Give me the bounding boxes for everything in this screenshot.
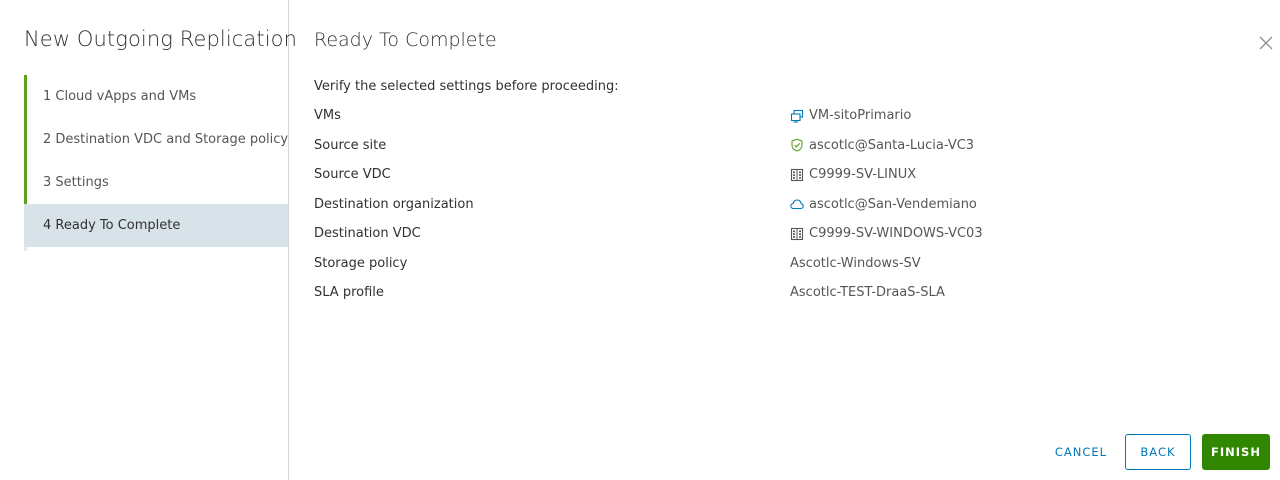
summary-label: VMs <box>314 108 341 124</box>
vm-icon <box>790 109 804 123</box>
close-icon <box>1259 36 1273 50</box>
summary-value: Ascotlc-TEST-DraaS-SLA <box>790 285 945 300</box>
wizard-steps: 1 Cloud vApps and VMs 2 Destination VDC … <box>24 75 288 247</box>
summary-value: ascotlc@San-Vendemiano <box>790 197 977 212</box>
cancel-button[interactable]: CANCEL <box>1045 434 1117 470</box>
step-rail-divider <box>24 247 27 251</box>
step-label: 1 Cloud vApps and VMs <box>43 89 197 104</box>
summary-label: Source site <box>314 137 387 153</box>
summary-label: Storage policy <box>314 255 408 271</box>
summary-row-sla-profile: SLA profile Ascotlc-TEST-DraaS-SLA <box>314 278 1264 308</box>
step-label: 3 Settings <box>43 175 109 190</box>
step-cloud-vapps-and-vms[interactable]: 1 Cloud vApps and VMs <box>24 75 288 118</box>
summary-value-text: Ascotlc-TEST-DraaS-SLA <box>790 285 945 301</box>
summary-row-storage-policy: Storage policy Ascotlc-Windows-SV <box>314 249 1264 279</box>
building-icon <box>790 227 804 241</box>
summary-row-destination-organization: Destination organization ascotlc@San-Ven… <box>314 190 1264 220</box>
wizard-sidebar: New Outgoing Replication 1 Cloud vApps a… <box>0 0 297 480</box>
page-title: Ready To Complete <box>314 29 497 51</box>
summary-row-vms: VMs VM-sitoPrimario <box>314 101 1264 131</box>
summary-value-text: C9999-SV-LINUX <box>809 167 917 183</box>
summary-label: Destination VDC <box>314 226 421 242</box>
summary-value: VM-sitoPrimario <box>790 108 911 123</box>
verify-instructions: Verify the selected settings before proc… <box>314 79 619 94</box>
close-button[interactable] <box>1256 33 1276 53</box>
summary-value: C9999-SV-WINDOWS-VC03 <box>790 226 983 241</box>
wizard-title: New Outgoing Replication <box>24 27 298 51</box>
summary-row-destination-vdc: Destination VDC C9999-SV-WINDOWS-VC03 <box>314 219 1264 249</box>
finish-button[interactable]: FINISH <box>1202 434 1270 470</box>
summary-label: Source VDC <box>314 167 391 183</box>
summary-value-text: ascotlc@Santa-Lucia-VC3 <box>809 137 975 153</box>
summary-value-text: C9999-SV-WINDOWS-VC03 <box>809 226 983 242</box>
shield-check-icon <box>790 138 804 152</box>
summary-table: VMs VM-sitoPrimario Source site ascotlc@… <box>314 101 1264 308</box>
replication-wizard: New Outgoing Replication 1 Cloud vApps a… <box>0 0 1280 480</box>
summary-value-text: VM-sitoPrimario <box>809 108 912 124</box>
summary-value: C9999-SV-LINUX <box>790 167 916 182</box>
summary-label: Destination organization <box>314 196 474 212</box>
step-ready-to-complete[interactable]: 4 Ready To Complete <box>24 204 288 247</box>
step-settings[interactable]: 3 Settings <box>24 161 288 204</box>
summary-row-source-vdc: Source VDC C9999-SV-LINUX <box>314 160 1264 190</box>
summary-value-text: Ascotlc-Windows-SV <box>790 255 921 271</box>
cloud-icon <box>790 197 804 211</box>
step-label: 2 Destination VDC and Storage policy <box>43 132 289 147</box>
summary-label: SLA profile <box>314 285 384 301</box>
step-destination-vdc-and-storage-policy[interactable]: 2 Destination VDC and Storage policy <box>24 118 288 161</box>
back-button[interactable]: BACK <box>1125 434 1191 470</box>
summary-row-source-site: Source site ascotlc@Santa-Lucia-VC3 <box>314 131 1264 161</box>
summary-value-text: ascotlc@San-Vendemiano <box>809 196 977 212</box>
summary-value: Ascotlc-Windows-SV <box>790 256 921 271</box>
summary-value: ascotlc@Santa-Lucia-VC3 <box>790 138 974 153</box>
step-label: 4 Ready To Complete <box>43 218 181 233</box>
building-icon <box>790 168 804 182</box>
